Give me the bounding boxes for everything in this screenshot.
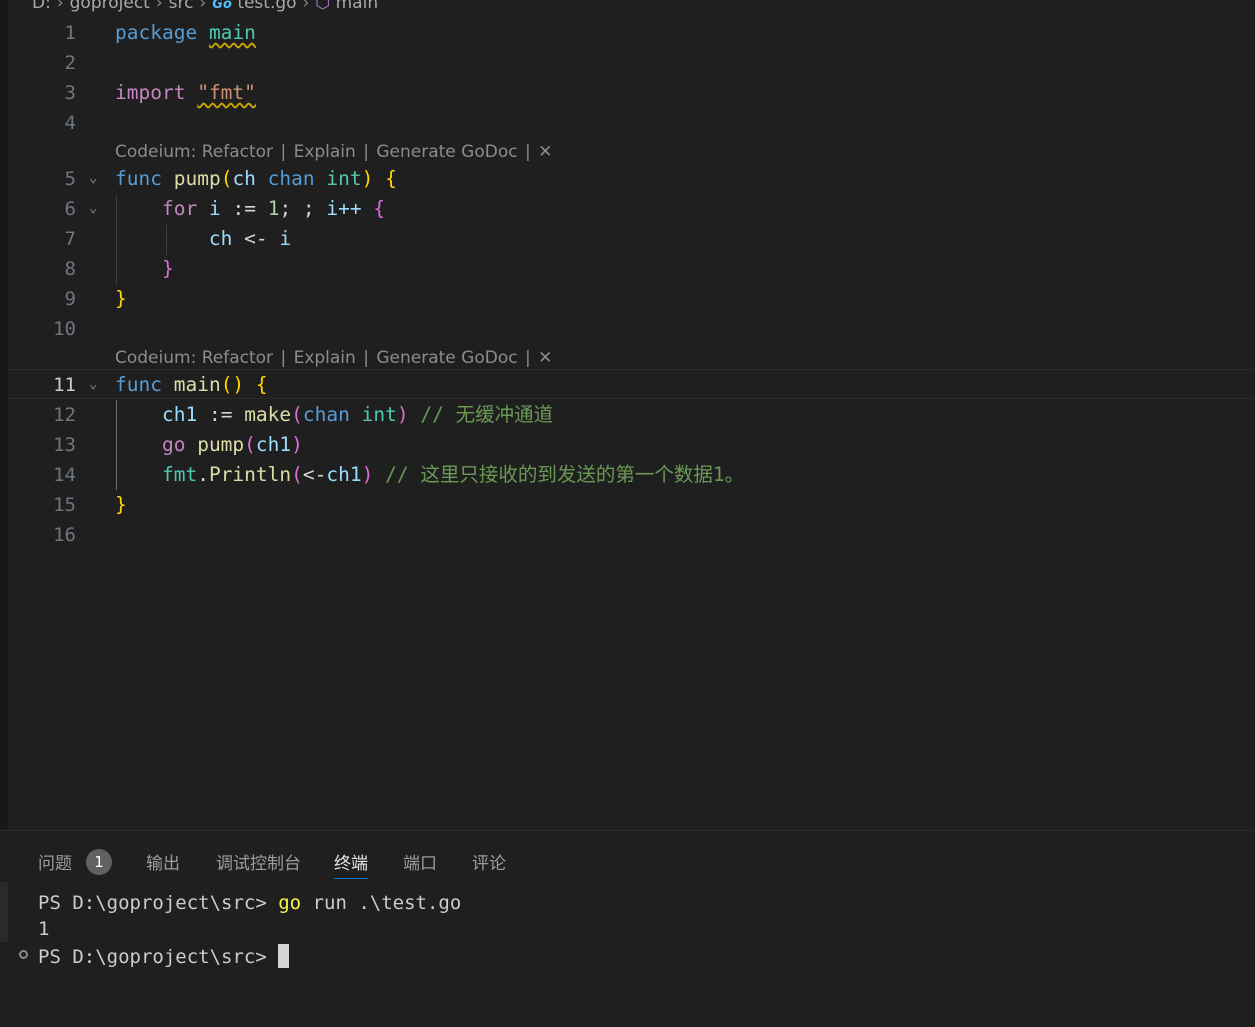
chevron-down-icon[interactable]: ⌄ (89, 170, 97, 186)
code-line: 16 (0, 520, 1255, 550)
code-text: } (115, 287, 127, 310)
line-number: 15 (53, 494, 76, 516)
circle-icon[interactable] (19, 950, 28, 959)
line-number: 9 (64, 288, 76, 310)
close-icon[interactable]: ✕ (538, 142, 552, 162)
problems-count-badge: 1 (86, 849, 112, 875)
code-editor[interactable]: 1 package main 2 3 import "fmt" 4 Codeiu… (0, 0, 1255, 830)
code-line: 15 } (0, 490, 1255, 520)
line-number: 12 (53, 404, 76, 426)
terminal-cursor (278, 944, 290, 968)
code-line: 12 ch1 := make(chan int) // 无缓冲通道 (0, 400, 1255, 430)
codelens-refactor[interactable]: Refactor (202, 142, 273, 162)
line-number: 5 (64, 168, 76, 190)
code-text: } (115, 493, 127, 516)
codelens-godoc[interactable]: Generate GoDoc (376, 348, 517, 368)
code-line: 9 } (0, 284, 1255, 314)
code-text: import "fmt" (115, 81, 256, 104)
code-line: 13 go pump(ch1) (0, 430, 1255, 460)
tab-output[interactable]: 输出 (146, 849, 180, 874)
line-number: 11 (53, 374, 76, 396)
code-line: 5 ⌄ func pump(ch chan int) { (0, 164, 1255, 194)
warning-squiggle: main (208, 21, 256, 44)
codelens-explain[interactable]: Explain (294, 348, 356, 368)
tab-problems[interactable]: 问题 1 (38, 849, 112, 875)
codelens-refactor[interactable]: Refactor (202, 348, 273, 368)
code-line: 6 ⌄ for i := 1; ; i++ { (0, 194, 1255, 224)
code-line: 3 import "fmt" (0, 78, 1255, 108)
line-number: 16 (53, 524, 76, 546)
code-line: 8 } (0, 254, 1255, 284)
line-number: 8 (64, 258, 76, 280)
code-line: 7 ch <- i (0, 224, 1255, 254)
code-text: ch <- i (208, 227, 292, 250)
code-text: } (161, 257, 174, 280)
code-text: go pump(ch1) (161, 433, 303, 456)
line-number: 7 (64, 228, 76, 250)
code-line-active: 11 ⌄ func main() { (0, 370, 1255, 400)
tab-terminal[interactable]: 终端 (334, 849, 368, 879)
terminal-line[interactable]: PS D:\goproject\src> go run .\test.go (38, 892, 461, 914)
bottom-panel: 问题 1 输出 调试控制台 终端 端口 评论 (0, 830, 1255, 1027)
chevron-down-icon[interactable]: ⌄ (89, 200, 97, 216)
code-line: 1 package main (0, 18, 1255, 48)
tab-comments[interactable]: 评论 (472, 849, 506, 874)
line-number: 13 (53, 434, 76, 456)
terminal-output: 1 (38, 918, 50, 940)
tab-debug-console[interactable]: 调试控制台 (216, 849, 301, 874)
chevron-down-icon[interactable]: ⌄ (89, 376, 97, 392)
code-text: func pump(ch chan int) { (115, 167, 397, 190)
tab-ports[interactable]: 端口 (403, 849, 437, 874)
code-line: 10 (0, 314, 1255, 344)
terminal-prompt[interactable]: PS D:\goproject\src> (38, 944, 290, 968)
command-decoration (0, 882, 8, 942)
code-line: 14 fmt.Println(<-ch1) // 这里只接收的到发送的第一个数据… (0, 460, 1255, 490)
codelens-godoc[interactable]: Generate GoDoc (376, 142, 517, 162)
code-text: ch1 := make(chan int) // 无缓冲通道 (161, 403, 554, 426)
code-line: 2 (0, 48, 1255, 78)
code-text: for i := 1; ; i++ { (161, 197, 386, 220)
line-number: 10 (53, 318, 76, 340)
code-text: func main() { (115, 373, 268, 396)
line-number: 6 (64, 198, 76, 220)
close-icon[interactable]: ✕ (538, 348, 552, 368)
code-line: 4 (0, 108, 1255, 138)
line-number: 2 (64, 52, 76, 74)
line-number: 4 (64, 112, 76, 134)
codelens: Codeium: Refactor | Explain | Generate G… (115, 348, 553, 368)
codelens-explain[interactable]: Explain (294, 142, 356, 162)
line-number: 3 (64, 82, 76, 104)
code-text: fmt.Println(<-ch1) // 这里只接收的到发送的第一个数据1。 (161, 463, 745, 486)
codelens: Codeium: Refactor | Explain | Generate G… (115, 142, 553, 162)
line-number: 14 (53, 464, 76, 486)
code-text: package main (115, 21, 256, 44)
warning-squiggle: "fmt" (197, 81, 256, 104)
line-number: 1 (64, 22, 76, 44)
